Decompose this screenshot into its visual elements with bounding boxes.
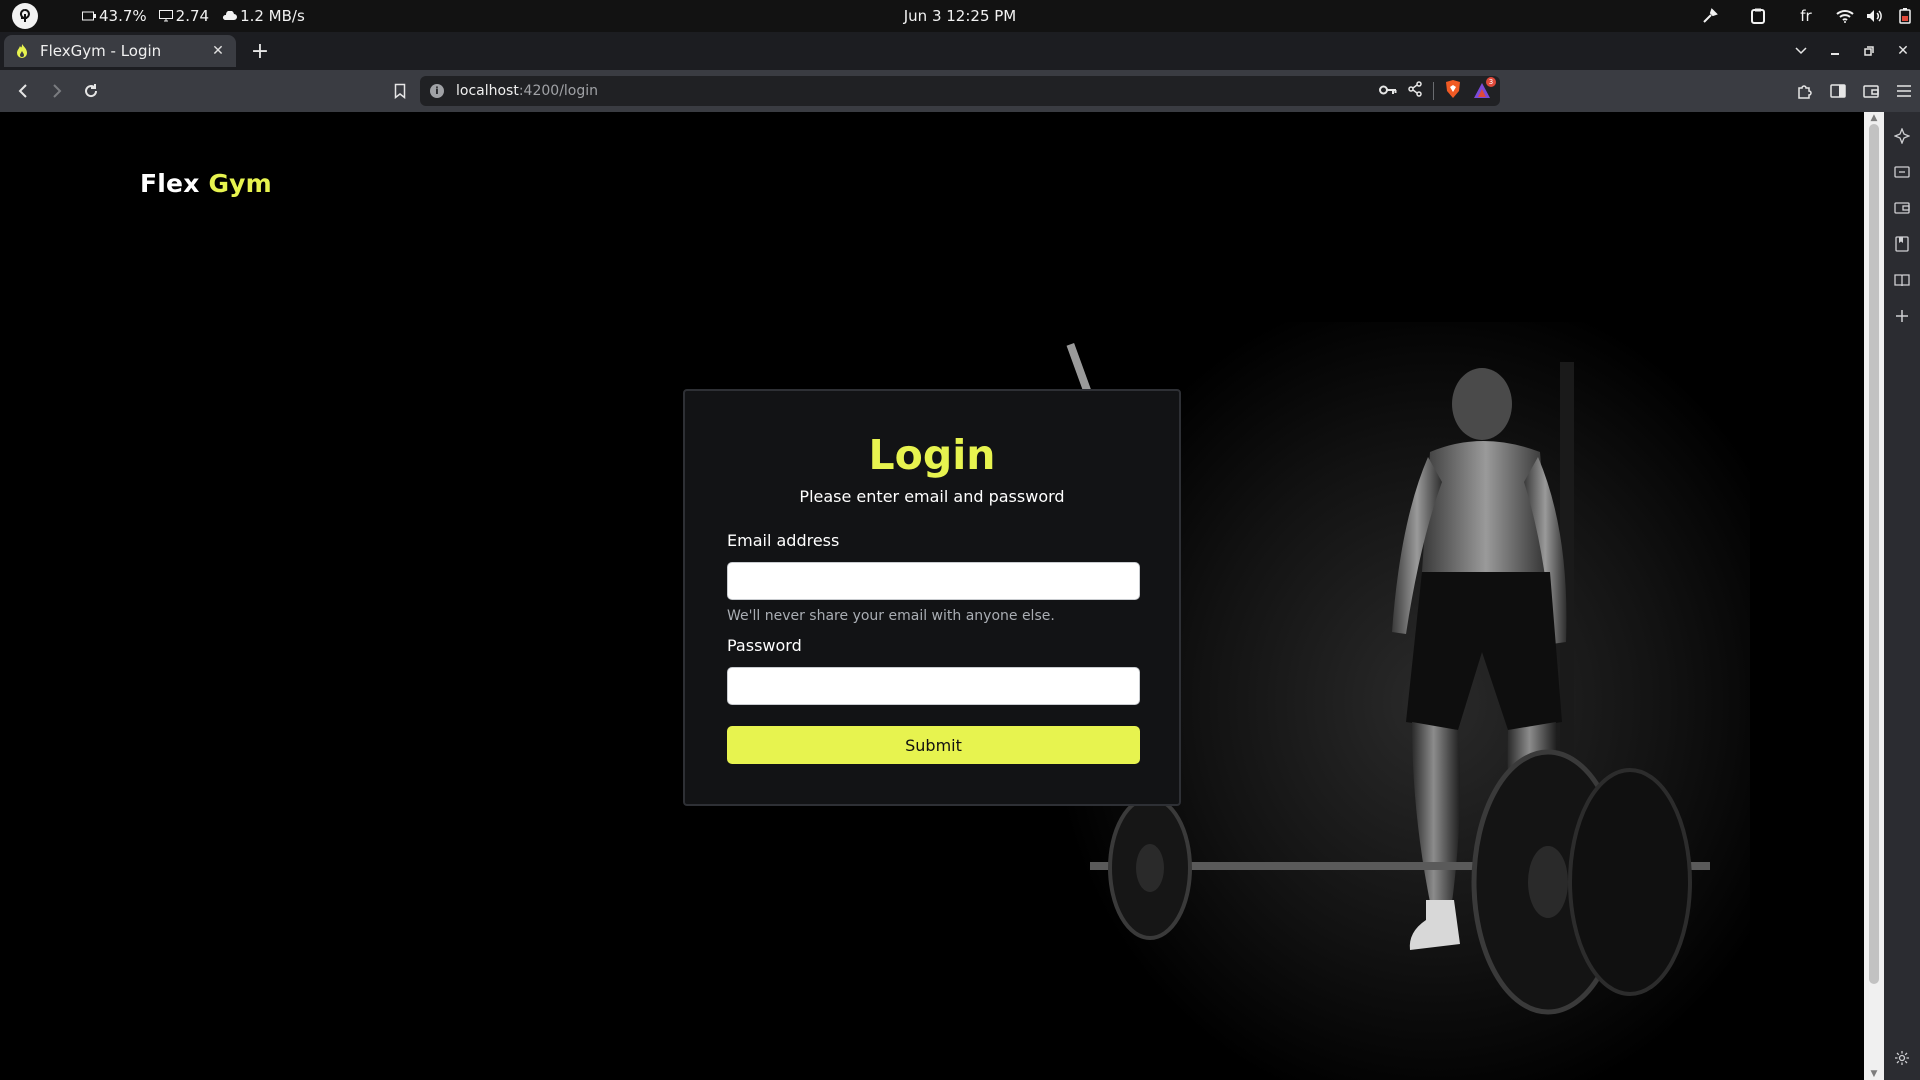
bookmark-icon[interactable] (383, 74, 417, 108)
bookmarks-panel-icon[interactable] (1884, 226, 1920, 262)
clipboard-icon[interactable] (1734, 0, 1782, 32)
url-host: localhost (456, 83, 519, 99)
brand-flex: Flex (140, 169, 200, 198)
add-panel-icon[interactable] (1884, 298, 1920, 334)
minimize-icon[interactable] (1818, 32, 1852, 70)
menu-icon[interactable] (1887, 70, 1920, 112)
scroll-up-arrow-icon[interactable]: ▲ (1869, 114, 1879, 123)
extensions-icon[interactable] (1788, 70, 1821, 112)
site-info-icon[interactable]: i (430, 84, 444, 98)
back-arrow-icon[interactable] (6, 74, 40, 108)
reload-icon[interactable] (74, 74, 108, 108)
settings-gear-icon[interactable] (1884, 1040, 1920, 1076)
reading-list-icon[interactable] (1884, 262, 1920, 298)
os-clock[interactable]: Jun 3 12:25 PM (904, 7, 1017, 25)
address-bar[interactable]: i localhost:4200/login 3 (420, 76, 1500, 106)
email-help-text: We'll never share your email with anyone… (727, 608, 1055, 624)
brand-gym: Gym (208, 169, 272, 198)
login-title: Login (868, 431, 996, 479)
login-card: Login Please enter email and password Em… (683, 389, 1181, 806)
os-logo-icon[interactable] (12, 3, 38, 29)
network-value: 1.2 MB/s (240, 7, 305, 25)
share-icon[interactable] (1407, 81, 1423, 101)
network-stat[interactable]: 1.2 MB/s (221, 7, 305, 25)
color-picker-icon[interactable] (1686, 0, 1734, 32)
tab-search-chevron-icon[interactable] (1784, 32, 1818, 70)
browser-tab-strip: FlexGym - Login ✕ + ✕ (0, 32, 1920, 70)
os-top-bar: 43.7% 2.74 1.2 MB/s Jun 3 12:25 PM fr (0, 0, 1920, 32)
tab-title: FlexGym - Login (40, 42, 162, 60)
scrollbar-thumb[interactable] (1869, 124, 1879, 984)
scroll-down-arrow-icon[interactable]: ▼ (1869, 1070, 1879, 1079)
volume-icon[interactable] (1860, 0, 1890, 32)
url-path: :4200/login (518, 83, 599, 99)
login-subtitle: Please enter email and password (799, 487, 1065, 506)
brand-logo[interactable]: Flex Gym (140, 169, 272, 198)
page-viewport: Flex Gym Login Please enter email and pa… (0, 112, 1864, 1080)
keyboard-layout[interactable]: fr (1782, 0, 1830, 32)
rewards-badge: 3 (1486, 77, 1496, 87)
flame-icon (17, 44, 27, 58)
password-field[interactable] (727, 667, 1140, 705)
wallet-panel-icon[interactable] (1884, 190, 1920, 226)
new-tab-button[interactable]: + (246, 37, 274, 65)
sidebar-toggle-icon[interactable] (1821, 70, 1854, 112)
talk-icon[interactable] (1884, 154, 1920, 190)
battery-value: 43.7% (99, 7, 147, 25)
leo-ai-icon[interactable] (1884, 118, 1920, 154)
load-value: 2.74 (175, 7, 210, 25)
browser-toolbar: i localhost:4200/login 3 (0, 70, 1920, 112)
close-window-icon[interactable]: ✕ (1886, 32, 1920, 70)
wifi-icon[interactable] (1830, 0, 1860, 32)
password-label: Password (727, 636, 802, 655)
forward-arrow-icon[interactable] (40, 74, 74, 108)
load-stat[interactable]: 2.74 (158, 7, 210, 25)
cloud-icon (223, 11, 237, 20)
submit-button[interactable]: Submit (727, 726, 1140, 764)
brave-rewards-icon[interactable]: 3 (1472, 77, 1496, 101)
browser-side-panel (1884, 112, 1920, 1080)
battery-icon (82, 11, 96, 21)
page-scrollbar[interactable]: ▲ ▼ (1864, 112, 1884, 1080)
battery-lock-icon[interactable] (1890, 0, 1920, 32)
battery-stat[interactable]: 43.7% (82, 7, 147, 25)
close-tab-icon[interactable]: ✕ (208, 41, 228, 61)
wallet-icon[interactable] (1854, 70, 1887, 112)
key-icon[interactable] (1379, 83, 1397, 99)
tab-flexgym-login[interactable]: FlexGym - Login ✕ (4, 35, 236, 67)
email-field[interactable] (727, 562, 1140, 600)
email-label: Email address (727, 531, 840, 550)
brave-shield-icon[interactable] (1444, 79, 1462, 103)
monitor-icon (158, 10, 173, 22)
address-separator (1433, 82, 1434, 100)
restore-icon[interactable] (1852, 32, 1886, 70)
